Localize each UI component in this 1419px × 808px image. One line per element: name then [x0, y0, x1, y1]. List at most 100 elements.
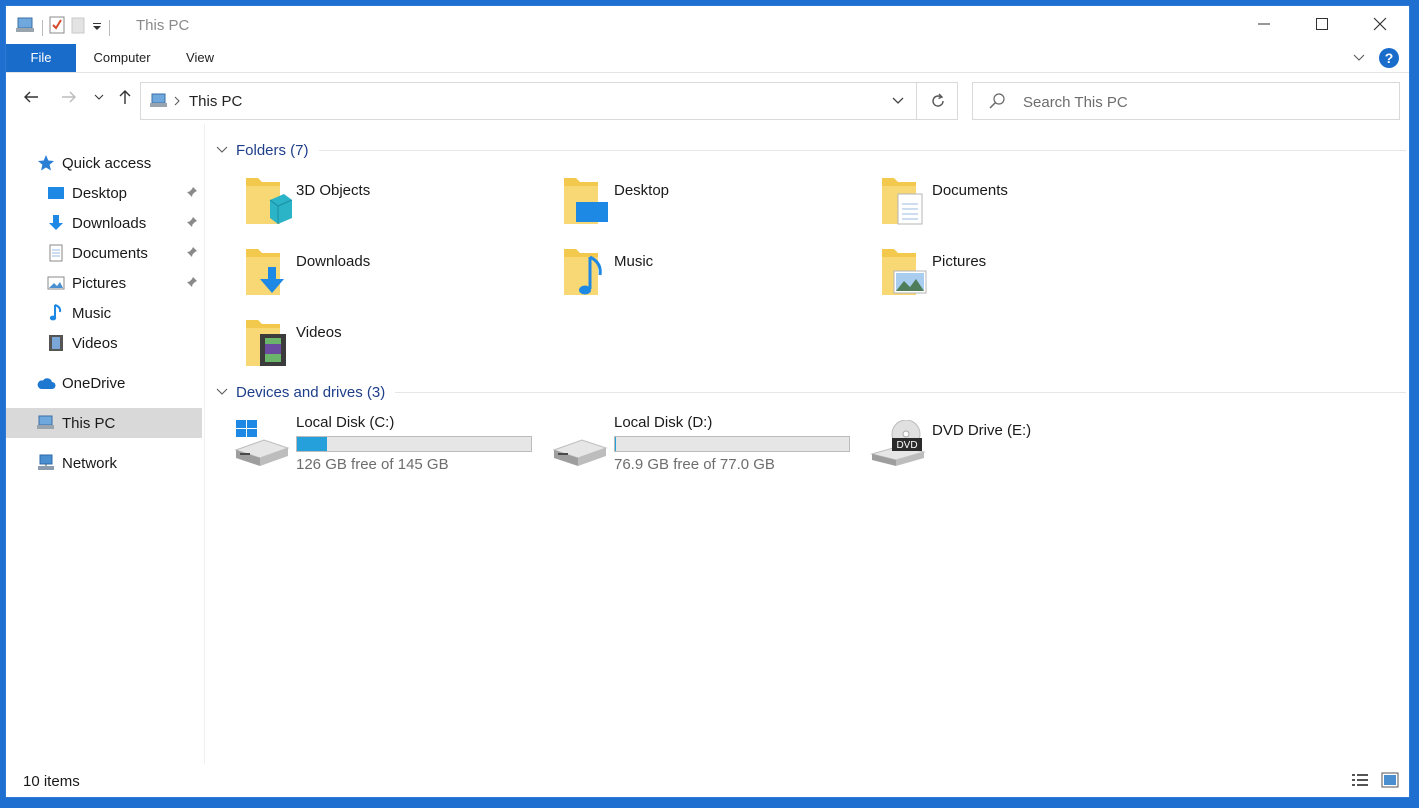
content-pane: Folders (7) 3D Objects Desktop Documents…	[210, 124, 1406, 764]
folder-desktop[interactable]: Desktop	[528, 172, 828, 236]
3d-objects-folder-icon	[246, 178, 292, 224]
drive-e[interactable]: DVD DVD Drive (E:)	[846, 412, 1176, 476]
group-title: Folders (7)	[236, 141, 309, 159]
sidebar-item-desktop[interactable]: Desktop	[46, 178, 198, 208]
videos-folder-icon	[246, 320, 286, 366]
collapse-chevron-icon	[216, 146, 228, 153]
refresh-button[interactable]	[919, 83, 957, 119]
expand-ribbon-icon[interactable]	[1353, 49, 1365, 67]
drive-label: Local Disk (C:)	[296, 414, 395, 431]
pictures-icon	[46, 273, 66, 293]
help-icon[interactable]: ?	[1379, 48, 1399, 68]
drive-label: Local Disk (D:)	[614, 414, 713, 431]
drive-free-space: 126 GB free of 145 GB	[296, 456, 449, 473]
drive-usage-bar	[296, 436, 532, 452]
folders-group-header[interactable]: Folders (7)	[216, 140, 1406, 160]
folder-pictures[interactable]: Pictures	[846, 243, 1146, 307]
tab-computer[interactable]: Computer	[84, 44, 160, 72]
this-pc-icon	[16, 16, 36, 39]
search-icon	[989, 93, 1005, 114]
music-icon	[46, 303, 66, 323]
ribbon-tabs: File Computer View ?	[6, 44, 1409, 73]
close-button[interactable]	[1351, 6, 1409, 42]
tab-file[interactable]: File	[6, 44, 76, 72]
sidebar-item-label: Music	[72, 304, 112, 322]
address-bar[interactable]: This PC	[140, 82, 958, 120]
sidebar-item-network[interactable]: Network	[36, 448, 196, 478]
navigation-pane: Quick access Desktop Downloads Documents…	[6, 124, 205, 764]
ribbon-controls: ?	[1353, 48, 1399, 68]
group-title: Devices and drives (3)	[236, 383, 386, 401]
maximize-button[interactable]	[1293, 6, 1351, 42]
properties-icon[interactable]	[49, 16, 65, 39]
pin-icon[interactable]	[186, 245, 198, 262]
sidebar-item-quick-access[interactable]: Quick access	[36, 148, 196, 178]
pictures-folder-icon	[882, 249, 927, 295]
this-pc-icon	[149, 92, 169, 115]
search-input[interactable]	[1021, 91, 1385, 113]
desktop-folder-icon	[564, 178, 608, 224]
sidebar-item-onedrive[interactable]: OneDrive	[36, 368, 196, 398]
downloads-folder-icon	[246, 249, 284, 295]
sidebar-item-videos[interactable]: Videos	[46, 328, 198, 358]
dvd-drive-icon: DVD	[870, 420, 926, 466]
sidebar-item-label: Videos	[72, 334, 118, 352]
window-title: This PC	[136, 17, 190, 34]
title-bar: This PC	[6, 6, 1409, 44]
pin-icon[interactable]	[186, 185, 198, 202]
sidebar-item-label: This PC	[62, 414, 116, 432]
sidebar-item-music[interactable]: Music	[46, 298, 198, 328]
pin-icon[interactable]	[186, 275, 198, 292]
sidebar-item-label: OneDrive	[62, 374, 126, 392]
svg-text:DVD: DVD	[896, 440, 917, 451]
hard-drive-icon	[552, 439, 608, 466]
customize-toolbar-icon[interactable]	[91, 19, 103, 37]
drive-d[interactable]: Local Disk (D:) 76.9 GB free of 77.0 GB	[528, 412, 858, 476]
folder-music[interactable]: Music	[528, 243, 828, 307]
sidebar-item-pictures[interactable]: Pictures	[46, 268, 198, 298]
new-folder-icon[interactable]	[71, 16, 85, 39]
breadcrumb-chevron-icon[interactable]	[173, 94, 181, 112]
drive-c[interactable]: Local Disk (C:) 126 GB free of 145 GB	[210, 412, 540, 476]
search-box[interactable]	[972, 82, 1400, 120]
drive-label: DVD Drive (E:)	[932, 422, 1032, 439]
tab-view[interactable]: View	[176, 44, 224, 72]
sidebar-item-documents[interactable]: Documents	[46, 238, 198, 268]
folder-label: Videos	[296, 324, 342, 341]
large-icons-view-icon[interactable]	[1381, 772, 1399, 793]
forward-button[interactable]	[58, 86, 80, 108]
recent-locations-button[interactable]	[88, 86, 110, 108]
breadcrumb[interactable]: This PC	[189, 93, 242, 110]
folder-label: Desktop	[614, 182, 670, 199]
drive-usage-fill	[297, 437, 328, 451]
sidebar-item-label: Network	[62, 454, 118, 472]
drive-free-space: 76.9 GB free of 77.0 GB	[614, 456, 775, 473]
back-button[interactable]	[20, 86, 42, 108]
drives-group-header[interactable]: Devices and drives (3)	[216, 382, 1406, 402]
folder-label: 3D Objects	[296, 182, 371, 199]
address-dropdown-button[interactable]	[880, 83, 917, 119]
network-icon	[36, 453, 56, 473]
up-button[interactable]	[114, 86, 136, 108]
folder-downloads[interactable]: Downloads	[210, 243, 510, 307]
folder-documents[interactable]: Documents	[846, 172, 1146, 236]
details-view-icon[interactable]	[1351, 772, 1369, 793]
collapse-chevron-icon	[216, 388, 228, 395]
cloud-icon	[36, 373, 56, 393]
sidebar-item-downloads[interactable]: Downloads	[46, 208, 198, 238]
minimize-button[interactable]	[1235, 6, 1293, 42]
sidebar-item-label: Downloads	[72, 214, 147, 232]
desktop-icon	[46, 183, 66, 203]
documents-folder-icon	[882, 178, 923, 225]
folder-label: Pictures	[932, 253, 987, 270]
documents-icon	[46, 243, 66, 263]
folder-3d-objects[interactable]: 3D Objects	[210, 172, 510, 236]
folder-videos[interactable]: Videos	[210, 314, 510, 378]
sidebar-item-this-pc[interactable]: This PC	[6, 408, 202, 438]
pin-icon[interactable]	[186, 215, 198, 232]
explorer-window: This PC File Computer View ? This PC Sea…	[5, 5, 1410, 798]
sidebar-item-label: Quick access	[62, 154, 152, 172]
drive-usage-bar	[614, 436, 850, 452]
folder-label: Downloads	[296, 253, 371, 270]
this-pc-icon	[36, 413, 56, 433]
